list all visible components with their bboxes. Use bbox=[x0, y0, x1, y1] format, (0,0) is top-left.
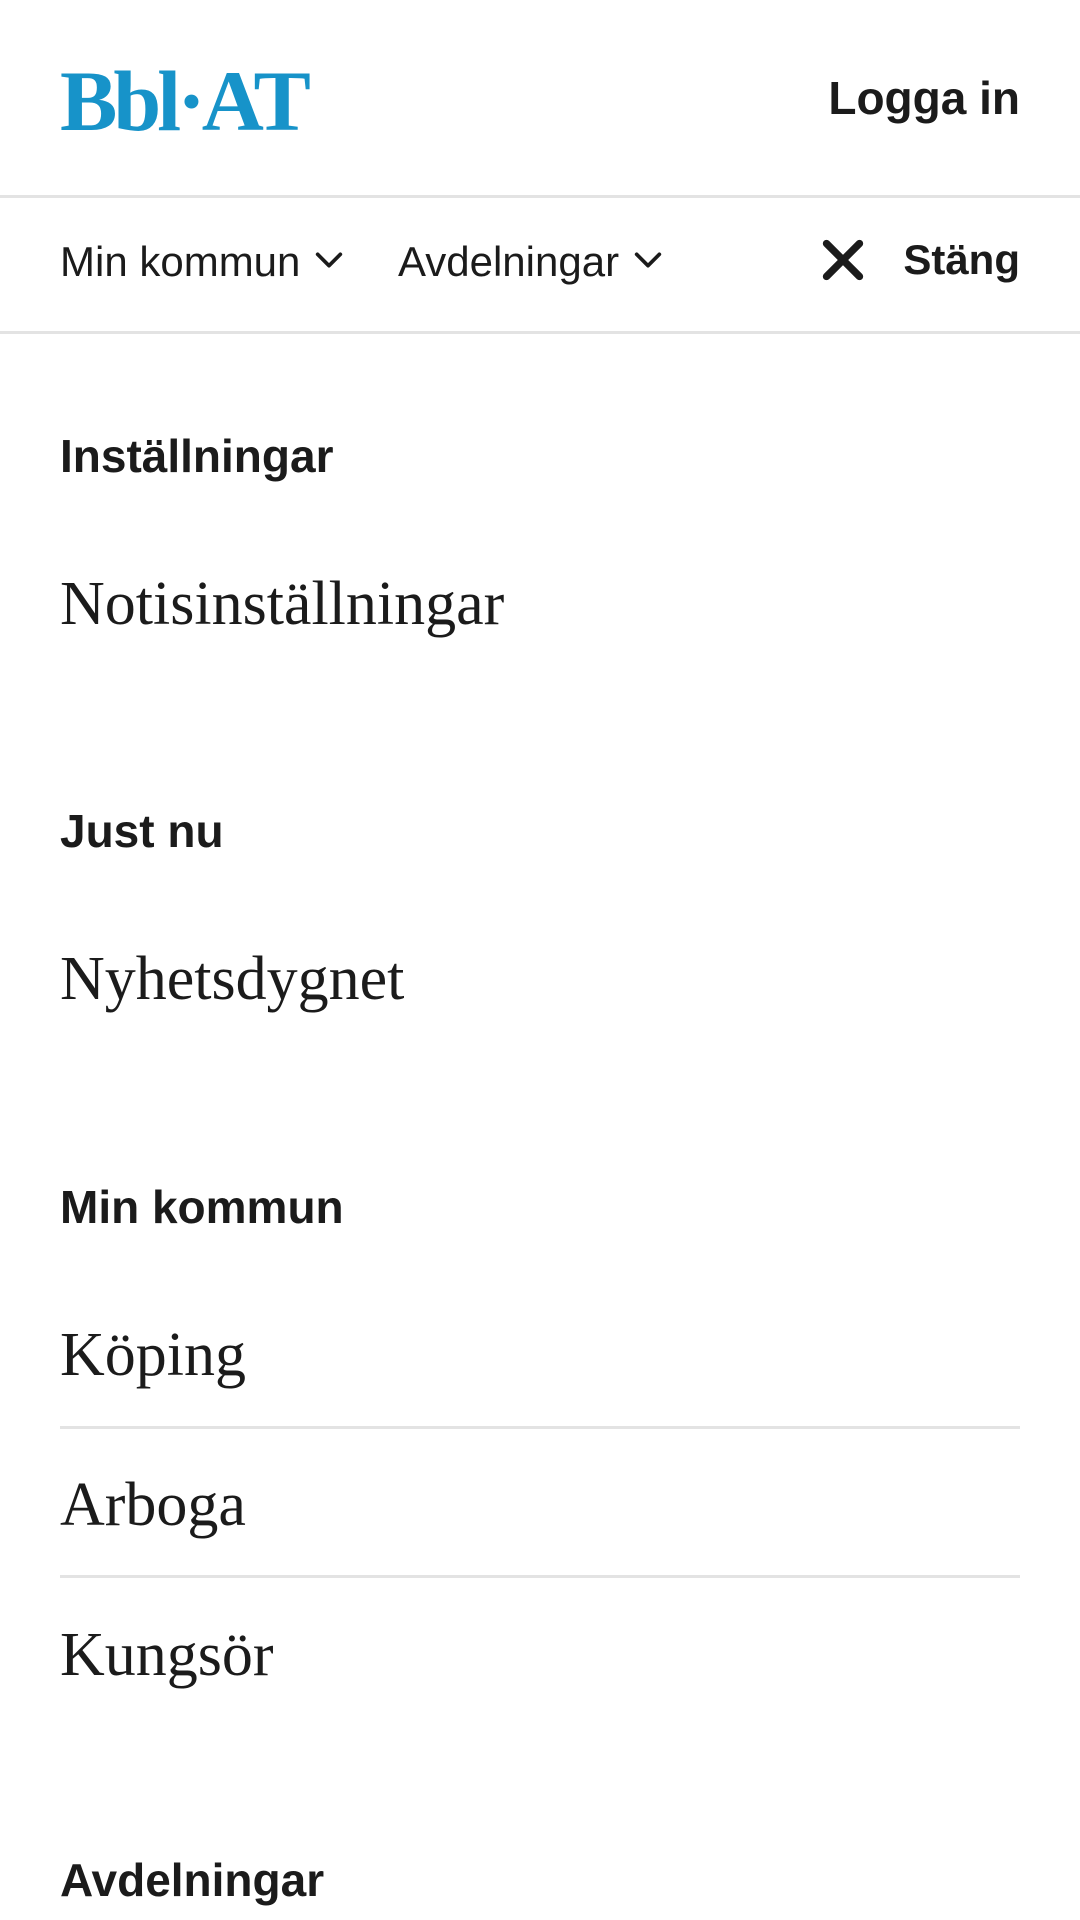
section-heading-min-kommun: Min kommun bbox=[60, 1181, 344, 1233]
list-divider bbox=[60, 1575, 1020, 1578]
nav-min-kommun-label: Min kommun bbox=[60, 238, 301, 285]
close-menu-button[interactable]: Stäng bbox=[821, 234, 1020, 286]
nav-min-kommun-dropdown[interactable]: Min kommun bbox=[60, 236, 346, 288]
close-menu-label: Stäng bbox=[903, 236, 1020, 283]
menu-link-arboga[interactable]: Arboga bbox=[60, 1469, 246, 1541]
menu-link-kungsor[interactable]: Kungsör bbox=[60, 1619, 274, 1691]
chevron-down-icon bbox=[316, 252, 343, 268]
chevron-down-icon bbox=[634, 252, 662, 268]
menu-link-nyhetsdygnet[interactable]: Nyhetsdygnet bbox=[60, 943, 404, 1015]
list-divider bbox=[60, 1426, 1020, 1429]
menu-link-notisinstallningar[interactable]: Notisinställningar bbox=[60, 568, 504, 640]
close-icon bbox=[823, 239, 864, 281]
section-heading-just-nu: Just nu bbox=[60, 805, 224, 857]
section-heading-avdelningar: Avdelningar bbox=[60, 1854, 325, 1906]
nav-avdelningar-label: Avdelningar bbox=[398, 238, 620, 285]
nav-avdelningar-dropdown[interactable]: Avdelningar bbox=[398, 236, 665, 288]
menu-link-koping[interactable]: Köping bbox=[60, 1319, 246, 1391]
site-header: Bbl·AT Logga in bbox=[0, 0, 1080, 198]
menu-nav-bar: Min kommun Avdelningar Stäng bbox=[0, 198, 1080, 334]
login-button[interactable]: Logga in bbox=[828, 70, 1020, 126]
section-heading-installningar: Inställningar bbox=[60, 430, 334, 482]
site-logo[interactable]: Bbl·AT bbox=[60, 58, 311, 144]
